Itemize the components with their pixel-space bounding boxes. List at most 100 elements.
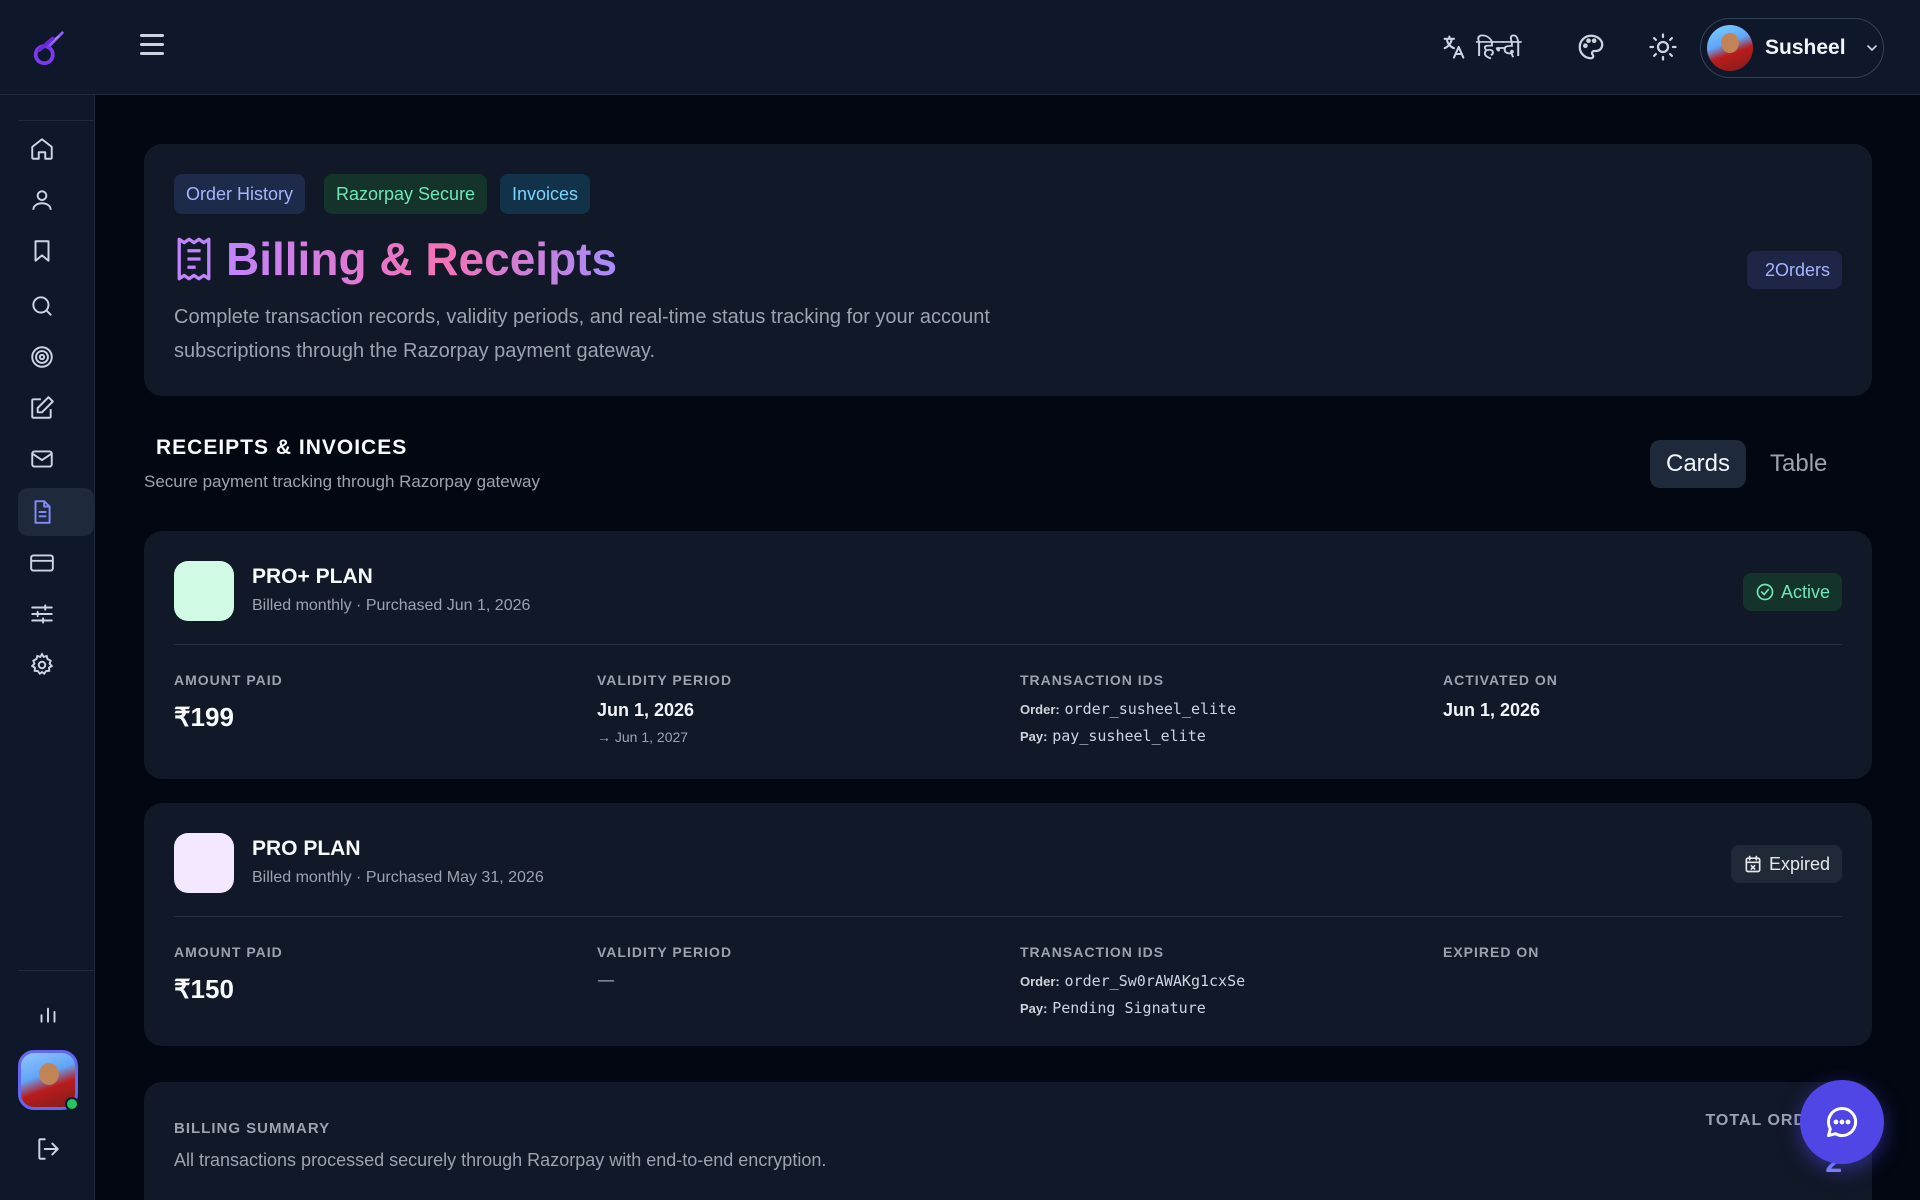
user-name: Susheel xyxy=(1765,36,1846,59)
payment-id[interactable]: Pending Signature xyxy=(1052,999,1206,1017)
amount-label: AMOUNT PAID xyxy=(174,944,283,960)
validity-column: VALIDITY PERIOD Jun 1, 2026 → Jun 1, 202… xyxy=(597,672,732,745)
pay-label: Pay: xyxy=(1020,1001,1048,1016)
document-icon xyxy=(34,500,51,524)
pay-label: Pay: xyxy=(1020,729,1048,744)
translate-icon xyxy=(1443,35,1465,59)
page-description: Complete transaction records, validity p… xyxy=(174,306,990,362)
sliders-icon xyxy=(31,604,53,624)
chat-button[interactable] xyxy=(1800,1080,1884,1164)
logout-icon xyxy=(38,1138,59,1160)
sidebar-item-profile[interactable] xyxy=(18,176,66,224)
page-title: Billing & Receipts xyxy=(226,233,618,285)
page-title-row: Billing & Receipts xyxy=(174,232,617,286)
status-badge: Active xyxy=(1742,573,1842,611)
plan-meta: Billed monthly · Purchased Jun 1, 2026 xyxy=(252,597,531,614)
sidebar-item-preferences[interactable] xyxy=(18,590,66,638)
user-icon xyxy=(32,190,52,210)
sidebar-item-payments[interactable] xyxy=(18,539,66,587)
calendar-x-icon xyxy=(1745,855,1761,873)
sidebar-item-bookmarks[interactable] xyxy=(18,227,66,275)
sidebar-item-editor[interactable] xyxy=(18,384,66,432)
check-circle-icon xyxy=(1756,583,1774,601)
top-bar: हिन्दी Susheel xyxy=(0,0,1920,95)
status-label: Expired xyxy=(1768,853,1830,874)
activated-label: ACTIVATED ON xyxy=(1443,672,1558,688)
amount-column: AMOUNT PAID ₹150 xyxy=(174,944,283,1005)
view-toggle: Cards Table xyxy=(1650,440,1843,488)
credit-card-icon xyxy=(30,554,54,572)
view-cards-button[interactable]: Cards xyxy=(1650,440,1747,488)
status-badge: Expired xyxy=(1730,845,1842,883)
billing-hero: Order History Razorpay Secure Invoices B… xyxy=(144,144,1872,396)
sidebar-item-settings[interactable] xyxy=(18,641,66,689)
transaction-label: TRANSACTION IDS xyxy=(1020,944,1165,960)
amount-value: ₹150 xyxy=(174,974,234,1004)
receipt-card: PRO PLAN Billed monthly · Purchased May … xyxy=(144,803,1872,1046)
transaction-column: TRANSACTION IDS Order: order_susheel_eli… xyxy=(1020,672,1236,750)
payment-id[interactable]: pay_susheel_elite xyxy=(1052,727,1206,745)
transaction-ids: Order: order_Sw0rAWAKg1cxSe Pay: Pending… xyxy=(1020,968,1245,1022)
flame-comet-icon[interactable] xyxy=(30,28,68,68)
chat-bubble-icon xyxy=(1827,1106,1858,1137)
status-label: Active xyxy=(1780,581,1830,602)
transaction-label: TRANSACTION IDS xyxy=(1020,672,1165,688)
billing-summary: BILLING SUMMARY All transactions process… xyxy=(144,1082,1872,1200)
view-table-button[interactable]: Table xyxy=(1754,440,1843,488)
plan-icon xyxy=(174,561,234,621)
plan-meta: Billed monthly · Purchased May 31, 2026 xyxy=(252,869,544,886)
sidebar-item-goals[interactable] xyxy=(18,333,66,381)
order-label: Order: xyxy=(1020,974,1060,989)
order-id[interactable]: order_susheel_elite xyxy=(1065,700,1237,718)
sidebar-item-mail[interactable] xyxy=(18,435,66,483)
sidebar-divider xyxy=(18,970,94,971)
activated-date: Jun 1, 2026 xyxy=(1443,700,1541,720)
chip-razorpay-secure[interactable]: Razorpay Secure xyxy=(324,174,488,214)
chip-order-history[interactable]: Order History xyxy=(174,174,306,214)
language-switcher[interactable]: हिन्दी xyxy=(1440,30,1521,64)
summary-label: BILLING SUMMARY xyxy=(174,1120,331,1137)
plan-icon xyxy=(174,833,234,893)
chevron-down-icon xyxy=(1866,45,1877,52)
home-icon xyxy=(31,138,53,160)
target-icon xyxy=(31,346,53,368)
bookmark-icon xyxy=(34,240,50,262)
bar-chart-icon xyxy=(40,1007,56,1023)
expiry-column: EXPIRED ON xyxy=(1443,944,1539,972)
transaction-column: TRANSACTION IDS Order: order_Sw0rAWAKg1c… xyxy=(1020,944,1245,1022)
sun-icon[interactable] xyxy=(1648,32,1678,62)
validity-label: VALIDITY PERIOD xyxy=(597,672,733,688)
activation-column: ACTIVATED ON Jun 1, 2026 xyxy=(1443,672,1558,721)
total-orders-label: TOTAL ORD xyxy=(1705,1112,1806,1129)
hamburger-icon[interactable] xyxy=(140,34,172,60)
sidebar-item-home[interactable] xyxy=(18,125,66,173)
palette-icon[interactable] xyxy=(1576,32,1606,62)
validity-label: VALIDITY PERIOD xyxy=(597,944,733,960)
section-title: RECEIPTS & INVOICES xyxy=(156,436,408,459)
plan-name: PRO+ PLAN xyxy=(252,565,373,588)
card-divider xyxy=(174,916,1842,917)
amount-column: AMOUNT PAID ₹199 xyxy=(174,672,283,733)
user-menu-button[interactable]: Susheel xyxy=(1700,18,1884,78)
order-id[interactable]: order_Sw0rAWAKg1cxSe xyxy=(1065,972,1246,990)
section-subtitle: Secure payment tracking through Razorpay… xyxy=(144,472,540,491)
validity-column: VALIDITY PERIOD — xyxy=(597,944,732,991)
amount-label: AMOUNT PAID xyxy=(174,672,283,688)
sidebar-divider xyxy=(18,120,94,121)
mail-icon xyxy=(31,450,53,468)
sidebar-item-search[interactable] xyxy=(18,282,66,330)
chip-invoices[interactable]: Invoices xyxy=(500,174,591,214)
validity-end: → Jun 1, 2027 xyxy=(597,729,689,745)
sidebar-avatar[interactable] xyxy=(18,1050,79,1111)
edit-icon xyxy=(31,396,54,419)
sidebar-item-billing[interactable] xyxy=(18,488,94,536)
order-label: Order: xyxy=(1020,702,1060,717)
search-icon xyxy=(32,296,52,316)
logout-button[interactable] xyxy=(24,1125,72,1173)
sidebar-item-analytics[interactable] xyxy=(24,989,72,1037)
sidebar xyxy=(0,95,95,1200)
avatar xyxy=(1707,25,1753,71)
card-divider xyxy=(174,644,1842,645)
validity-start: Jun 1, 2026 xyxy=(597,700,695,720)
receipt-card: PRO+ PLAN Billed monthly · Purchased Jun… xyxy=(144,531,1872,779)
